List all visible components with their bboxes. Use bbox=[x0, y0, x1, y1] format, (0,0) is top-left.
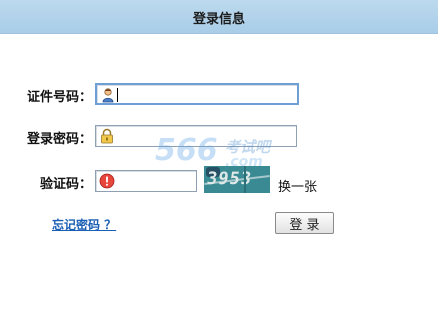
captcha-label: 验证码： bbox=[39, 177, 92, 192]
password-input[interactable] bbox=[120, 126, 294, 146]
id-number-label: 证件号码： bbox=[26, 90, 92, 105]
page-title: 登录信息 bbox=[192, 12, 245, 27]
captcha-field[interactable] bbox=[95, 170, 197, 192]
refresh-captcha-link[interactable]: 换一张 bbox=[278, 176, 317, 195]
text-caret bbox=[117, 88, 118, 102]
captcha-noise-bar bbox=[244, 166, 246, 193]
warning-icon bbox=[99, 173, 115, 189]
captcha-input[interactable] bbox=[120, 171, 194, 191]
password-field[interactable] bbox=[95, 125, 297, 147]
user-icon bbox=[100, 87, 116, 103]
id-number-input[interactable] bbox=[121, 85, 295, 103]
id-number-field[interactable] bbox=[95, 83, 299, 105]
header-bar: 登录信息 bbox=[0, 0, 438, 34]
login-button[interactable]: 登 录 bbox=[275, 212, 334, 234]
captcha-image[interactable]: 3953 bbox=[204, 166, 270, 193]
lock-icon bbox=[99, 128, 115, 144]
captcha-code: 3953 bbox=[205, 169, 254, 189]
forgot-password-link[interactable]: 忘记密码 ？ bbox=[52, 216, 116, 233]
password-label: 登录密码： bbox=[26, 132, 92, 147]
